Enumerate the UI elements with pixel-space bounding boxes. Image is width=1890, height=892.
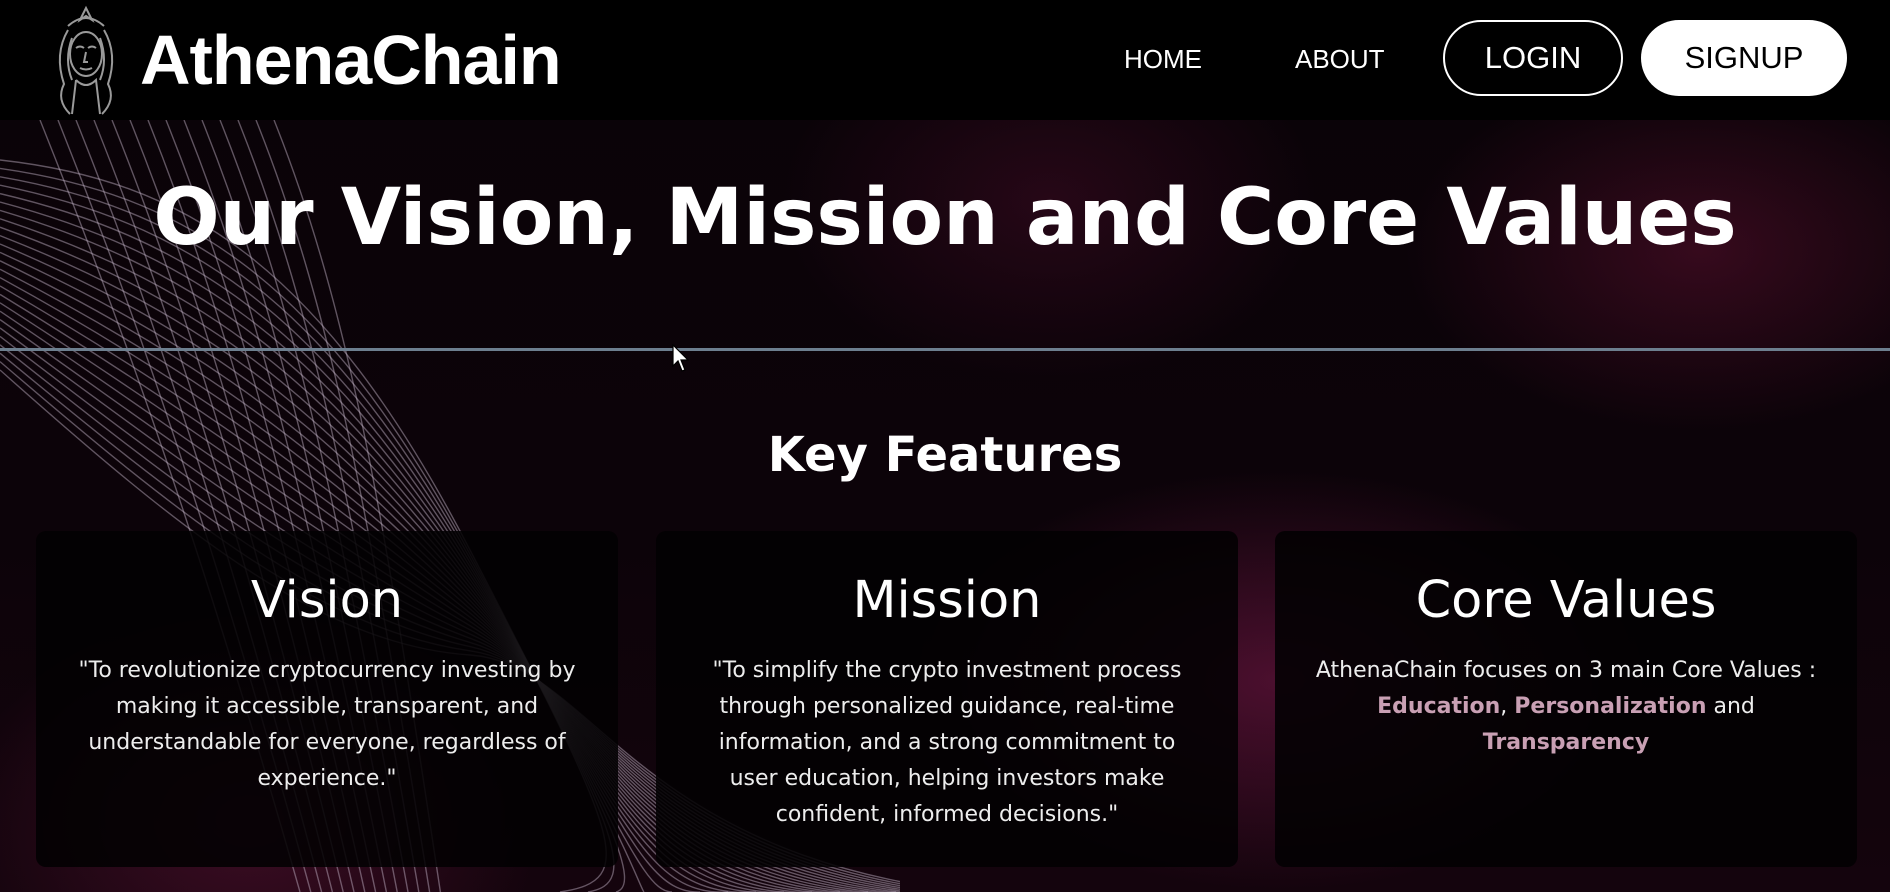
core-values-heading: Core Values (1415, 571, 1717, 630)
core-values-and: and (1713, 694, 1755, 719)
mission-heading: Mission (852, 571, 1042, 630)
section-subtitle: Key Features (767, 427, 1123, 483)
core-value-education: Education (1377, 694, 1501, 719)
login-button[interactable]: LOGIN (1443, 20, 1623, 96)
page-title: Our Vision, Mission and Core Values (153, 173, 1737, 263)
core-values-text: AthenaChain focuses on 3 main Core Value… (1295, 653, 1837, 761)
core-values-card: Core Values AthenaChain focuses on 3 mai… (1275, 531, 1857, 867)
nav-home-link[interactable]: HOME (1124, 44, 1202, 75)
mouse-pointer-icon (672, 344, 690, 372)
vision-heading: Vision (250, 571, 404, 630)
mission-card: Mission "To simplify the crypto investme… (656, 531, 1238, 867)
mission-text: "To simplify the crypto investment proce… (712, 658, 1182, 827)
nav-about-link[interactable]: ABOUT (1295, 44, 1385, 75)
vision-card: Vision "To revolutionize cryptocurrency … (36, 531, 618, 867)
vision-text: "To revolutionize cryptocurrency investi… (78, 658, 576, 791)
section-divider (0, 348, 1890, 351)
signup-button[interactable]: SIGNUP (1641, 20, 1847, 96)
core-value-transparency: Transparency (1482, 730, 1650, 755)
core-value-personalization: Personalization (1514, 694, 1707, 719)
brand-name[interactable]: AthenaChain (140, 22, 562, 98)
core-values-intro: AthenaChain focuses on 3 main Core Value… (1315, 658, 1817, 683)
core-values-separator: , (1500, 694, 1508, 719)
site-header: AthenaChain HOME ABOUT LOGIN SIGNUP (0, 0, 1890, 120)
athena-logo-icon[interactable] (46, 4, 126, 120)
